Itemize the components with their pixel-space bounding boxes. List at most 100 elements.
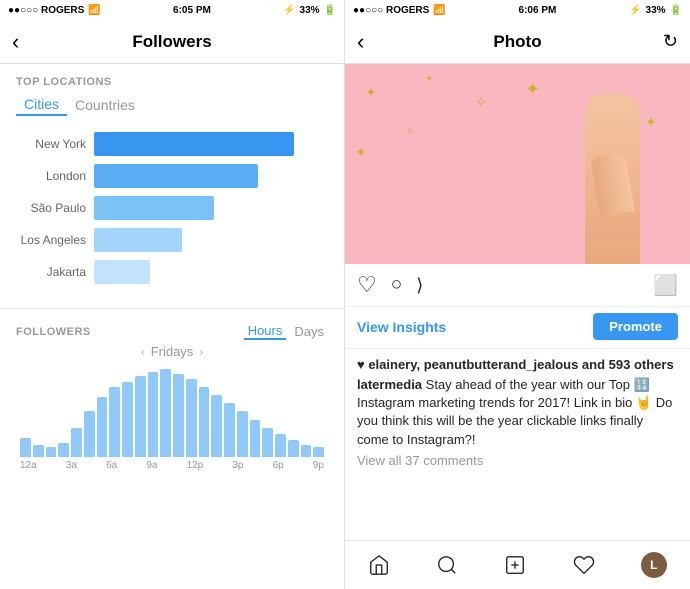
caption-area: ♥ elainery, peanutbutterand_jealous and … [345, 349, 690, 540]
left-panel: ●●○○○ ROGERS 📶 6:05 PM ⚡ 33% 🔋 ‹ Followe… [0, 0, 345, 589]
tab-cities[interactable]: Cities [16, 94, 67, 116]
histogram-bar [199, 387, 210, 457]
x-axis-label: 9a [146, 460, 157, 471]
star-decoration: ✦ [355, 144, 367, 161]
promote-button[interactable]: Promote [593, 313, 678, 340]
histogram-bar [71, 428, 82, 457]
carrier-text: ●●○○○ ROGERS [8, 5, 84, 16]
histogram-bar [211, 395, 222, 457]
star-decoration: ✦ [365, 84, 377, 101]
right-right-status: ⚡ 33% 🔋 [629, 5, 682, 16]
top-locations-label: TOP LOCATIONS [0, 64, 344, 94]
battery-icon: 🔋 [324, 5, 336, 16]
bar-chart-row: Jakarta [16, 260, 328, 284]
battery-text: 33% [300, 5, 320, 16]
right-nav-header: ‹ Photo ↻ [345, 20, 690, 64]
x-axis-label: 3p [232, 460, 243, 471]
bar-fill [94, 260, 150, 284]
bar-label: Los Angeles [16, 233, 86, 247]
search-button[interactable] [436, 554, 458, 576]
share-button[interactable]: ⟩ [416, 275, 423, 296]
bar-chart-row: Los Angeles [16, 228, 328, 252]
histogram-bar [46, 447, 57, 457]
bottom-nav: L [345, 540, 690, 589]
histogram-bar [97, 397, 108, 457]
x-axis-label: 12a [20, 460, 37, 471]
histogram-bar [135, 376, 146, 457]
bar-label: Jakarta [16, 265, 86, 279]
left-right-status: ⚡ 33% 🔋 [283, 5, 336, 16]
histogram-bar [148, 372, 159, 457]
right-carrier: ●●○○○ ROGERS 📶 [353, 5, 446, 16]
star-decoration: ✧ [475, 94, 487, 111]
bar-fill [94, 132, 294, 156]
bookmark-button[interactable]: ⬜ [653, 273, 678, 298]
histogram-bar [109, 387, 120, 457]
x-axis: 12a3a6a9a12p3p6p9p [16, 457, 328, 471]
comment-button[interactable]: ○ [391, 274, 402, 296]
histogram-bar [288, 440, 299, 457]
add-button[interactable] [504, 554, 526, 576]
bar-label: São Paulo [16, 201, 86, 215]
histogram [16, 367, 328, 457]
likes-line: ♥ elainery, peanutbutterand_jealous and … [357, 357, 678, 372]
histogram-bar [250, 420, 261, 457]
histogram-bar [313, 447, 324, 457]
histogram-bar [58, 443, 69, 457]
wifi-icon: 📶 [88, 5, 100, 16]
time-tabs: Hours Days [244, 323, 328, 340]
histogram-bar [160, 369, 171, 457]
histogram-bar [122, 382, 133, 457]
location-tabs: Cities Countries [0, 94, 344, 124]
bar-fill [94, 196, 214, 220]
x-axis-label: 9p [313, 460, 324, 471]
left-back-button[interactable]: ‹ [12, 29, 19, 55]
histogram-bar [173, 374, 184, 457]
heart-button[interactable] [573, 554, 595, 576]
caption-username: latermedia [357, 377, 422, 392]
next-day-icon[interactable]: › [199, 345, 203, 359]
x-axis-label: 12p [187, 460, 204, 471]
actions-row: ♡ ○ ⟩ ⬜ [345, 264, 690, 307]
right-battery-icon: 🔋 [670, 5, 682, 16]
prev-day-icon[interactable]: ‹ [141, 345, 145, 359]
tab-days[interactable]: Days [290, 323, 328, 340]
histogram-bar [301, 445, 312, 457]
left-nav-header: ‹ Followers [0, 20, 344, 64]
bar-chart-row: London [16, 164, 328, 188]
followers-section: FOLLOWERS Hours Days ‹ Fridays › 12a3a6a… [0, 313, 344, 477]
histogram-bar [262, 428, 273, 457]
followers-header: FOLLOWERS Hours Days [16, 323, 328, 340]
left-status-bar: ●●○○○ ROGERS 📶 6:05 PM ⚡ 33% 🔋 [0, 0, 344, 20]
actions-left: ♡ ○ ⟩ [357, 272, 423, 298]
bar-chart-row: São Paulo [16, 196, 328, 220]
right-bluetooth-icon: ⚡ [629, 5, 641, 16]
tab-hours[interactable]: Hours [244, 323, 287, 340]
profile-avatar[interactable]: L [641, 552, 667, 578]
right-back-button[interactable]: ‹ [357, 29, 364, 55]
right-wifi-icon: 📶 [433, 5, 445, 16]
current-day: Fridays [151, 344, 194, 359]
view-comments[interactable]: View all 37 comments [357, 453, 678, 468]
right-panel: ●●○○○ ROGERS 📶 6:06 PM ⚡ 33% 🔋 ‹ Photo ↻… [345, 0, 690, 589]
bar-label: New York [16, 137, 86, 151]
day-navigator: ‹ Fridays › [16, 344, 328, 359]
histogram-bar [20, 438, 31, 457]
bar-chart-row: New York [16, 132, 328, 156]
followers-label: FOLLOWERS [16, 326, 91, 338]
like-button[interactable]: ♡ [357, 272, 377, 298]
photo-image: ✦ ✦ ✧ ✦ ✦ ✧ ✦ ✦ ✦ [345, 64, 690, 264]
refresh-icon[interactable]: ↻ [663, 31, 678, 52]
home-button[interactable] [368, 554, 390, 576]
right-time: 6:06 PM [519, 5, 557, 16]
tab-countries[interactable]: Countries [67, 94, 143, 116]
bar-fill [94, 164, 258, 188]
right-carrier-text: ●●○○○ ROGERS [353, 5, 429, 16]
bar-label: London [16, 169, 86, 183]
left-carrier: ●●○○○ ROGERS 📶 [8, 5, 101, 16]
view-insights-button[interactable]: View Insights [357, 319, 446, 335]
left-nav-title: Followers [132, 32, 211, 52]
x-axis-label: 3a [66, 460, 77, 471]
histogram-bar [33, 445, 44, 457]
insights-row: View Insights Promote [345, 307, 690, 349]
